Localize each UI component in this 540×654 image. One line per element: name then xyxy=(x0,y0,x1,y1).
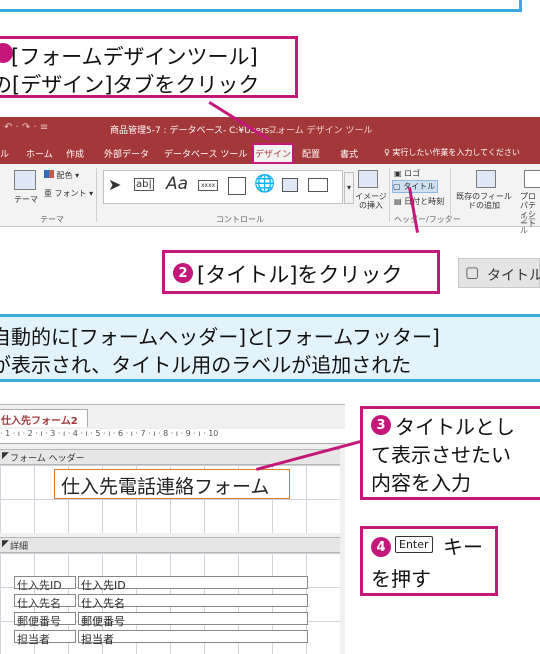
group-label-theme: テーマ xyxy=(40,215,64,224)
field-textbox[interactable]: 仕入先ID xyxy=(78,576,308,592)
logo-label: ロゴ xyxy=(404,169,421,178)
tell-me-text: 実行したい作業を入力してください xyxy=(392,148,520,157)
horizontal-ruler: · 1 · ı · 2 · ı · 3 · ı · 4 · ı · 5 · ı … xyxy=(0,429,345,444)
title-icon: ▢ xyxy=(393,182,401,191)
existing-fields-button[interactable]: 既存のフィールドの追加 xyxy=(456,192,512,210)
tab-file[interactable]: ル xyxy=(0,147,9,160)
ribbon-screenshot: ↶ · ↷ · ≡ 商品管理5-7 : データベース- C:¥Users-...… xyxy=(0,101,540,264)
section-selector-icon: ◤ xyxy=(2,451,9,461)
form-header-label: フォーム ヘッダー xyxy=(10,454,85,464)
textbox-control-icon[interactable]: ab| xyxy=(134,178,154,191)
form-tab-label: 仕入先フォーム2 xyxy=(1,416,78,427)
tell-me-box[interactable]: ♀ 実行したい作業を入力してください xyxy=(384,147,520,158)
navigation-control-icon[interactable] xyxy=(282,178,298,192)
calendar-icon: ▤ xyxy=(394,197,402,206)
step3-line2: て表示させたい xyxy=(371,443,511,467)
tab-arrange[interactable]: 配置 xyxy=(302,147,320,160)
step1-line2: の[デザイン]タブをクリック xyxy=(0,73,260,97)
tab-home[interactable]: ホーム xyxy=(26,147,53,160)
info-box: 自動的に[フォームヘッダー]と[フォームフッター] が表示され、タイトル用のラベ… xyxy=(0,314,540,382)
ribbon-body: テーマ 配色 ▾ 亜 フォント ▾ テーマ ➤ ab| Aa xxxx 🌐 ▾ … xyxy=(0,164,540,235)
step3-line3: 内容を入力 xyxy=(371,471,471,495)
step1-line1: [フォームデザインツール] xyxy=(11,45,258,69)
detail-bar[interactable]: ◤ 詳細 xyxy=(0,537,340,553)
insert-image-button[interactable]: イメージの挿入 xyxy=(354,192,388,210)
step2-text: [タイトル]をクリック xyxy=(197,263,403,287)
tab-design[interactable]: デザイン xyxy=(252,143,294,164)
field-label[interactable]: 郵便番号 xyxy=(14,612,76,628)
theme-button-label[interactable]: テーマ xyxy=(14,194,38,205)
datetime-button[interactable]: ▤ 日付と時刻 xyxy=(394,196,444,207)
property-sheet-icon[interactable] xyxy=(524,170,540,188)
field-label[interactable]: 担当者 xyxy=(14,630,76,646)
gallery-more-icon[interactable]: ▾ xyxy=(344,172,354,204)
tab-control-icon[interactable] xyxy=(228,177,246,195)
top-info-box-edge xyxy=(0,0,522,12)
step2-callout: 2 [タイトル]をクリック xyxy=(162,250,440,294)
tab-format[interactable]: 書式 xyxy=(340,147,358,160)
field-textbox[interactable]: 郵便番号 xyxy=(78,612,308,628)
fonts-icon: 亜 xyxy=(44,189,52,198)
insert-image-icon[interactable] xyxy=(358,170,378,188)
hyperlink-control-icon[interactable]: 🌐 xyxy=(254,174,275,194)
form-header-bar[interactable]: ◤ フォーム ヘッダー xyxy=(0,449,340,465)
label-control-icon[interactable]: Aa xyxy=(166,174,188,194)
form-title-text: 仕入先電話連絡フォーム xyxy=(61,476,270,498)
colors-label: 配色 xyxy=(56,171,73,180)
section-selector-icon: ◤ xyxy=(2,539,9,549)
step4-callout: 4 Enter キー を押す xyxy=(360,526,498,596)
enter-key-icon: Enter xyxy=(395,536,433,553)
tab-row: ル ホーム 作成 外部データ データベース ツール デザイン 配置 書式 ♀ 実… xyxy=(0,142,540,164)
step3-callout: 3 タイトルとし て表示させたい 内容を入力 xyxy=(360,406,540,500)
group-divider xyxy=(96,168,97,222)
group-label-controls: コントロール xyxy=(216,215,264,224)
info-line1: 自動的に[フォームヘッダー]と[フォームフッター] xyxy=(0,325,440,349)
colors-icon xyxy=(44,170,54,178)
group-divider xyxy=(389,168,390,222)
step1-callout: [フォームデザインツール] の[デザイン]タブをクリック xyxy=(0,36,298,98)
step3-number-badge: 3 xyxy=(371,415,391,435)
step3-line1: タイトルとし xyxy=(395,415,515,439)
existing-fields-icon[interactable] xyxy=(476,170,496,188)
group-label-tools: ツール xyxy=(520,215,536,235)
logo-button[interactable]: ▣ ロゴ xyxy=(394,168,420,179)
title-icon: ▢ xyxy=(465,263,480,281)
tab-database-tools[interactable]: データベース ツール xyxy=(164,147,247,160)
title-button[interactable]: ▢ タイトル xyxy=(392,180,438,193)
field-label[interactable]: 仕入先ID xyxy=(14,576,76,592)
option-group-icon[interactable] xyxy=(308,178,328,192)
detail-label: 詳細 xyxy=(10,542,29,552)
title-bar: ↶ · ↷ · ≡ 商品管理5-7 : データベース- C:¥Users-...… xyxy=(0,117,540,142)
field-textbox[interactable]: 担当者 xyxy=(78,630,308,646)
colors-button[interactable]: 配色 ▾ xyxy=(44,170,79,181)
group-divider xyxy=(450,168,451,222)
form-design-view: 仕入先フォーム2 · 1 · ı · 2 · ı · 3 · ı · 4 · ı… xyxy=(0,404,345,654)
form-title-label[interactable]: 仕入先電話連絡フォーム xyxy=(54,469,290,499)
field-label[interactable]: 仕入先名 xyxy=(14,594,76,610)
qat-icons: ↶ · ↷ · ≡ xyxy=(4,122,49,133)
fonts-label: フォント xyxy=(54,189,87,198)
tab-external-data[interactable]: 外部データ xyxy=(104,147,149,160)
form-tab[interactable]: 仕入先フォーム2 xyxy=(0,409,88,427)
logo-icon: ▣ xyxy=(394,169,402,178)
info-line2: が表示され、タイトル用のラベルが追加された xyxy=(0,353,412,377)
select-pointer-icon[interactable]: ➤ xyxy=(108,175,128,197)
tab-create[interactable]: 作成 xyxy=(66,147,84,160)
fonts-button[interactable]: 亜 フォント ▾ xyxy=(44,188,93,199)
step4-line2: を押す xyxy=(371,567,431,591)
step4-number-badge: 4 xyxy=(371,537,391,557)
zoomed-title-button: ▢ タイトル xyxy=(458,258,540,288)
controls-gallery[interactable]: ➤ ab| Aa xxxx 🌐 xyxy=(103,170,343,204)
field-textbox[interactable]: 仕入先名 xyxy=(78,594,308,610)
step4-line1: キー xyxy=(443,535,483,559)
step2-number-badge: 2 xyxy=(173,263,193,283)
context-tool-label: フォーム デザイン ツール xyxy=(268,126,373,136)
button-control-icon[interactable]: xxxx xyxy=(198,180,219,191)
zoomed-title-label: タイトル xyxy=(487,268,540,284)
lightbulb-icon: ♀ xyxy=(384,148,390,157)
theme-icon[interactable] xyxy=(14,170,36,190)
